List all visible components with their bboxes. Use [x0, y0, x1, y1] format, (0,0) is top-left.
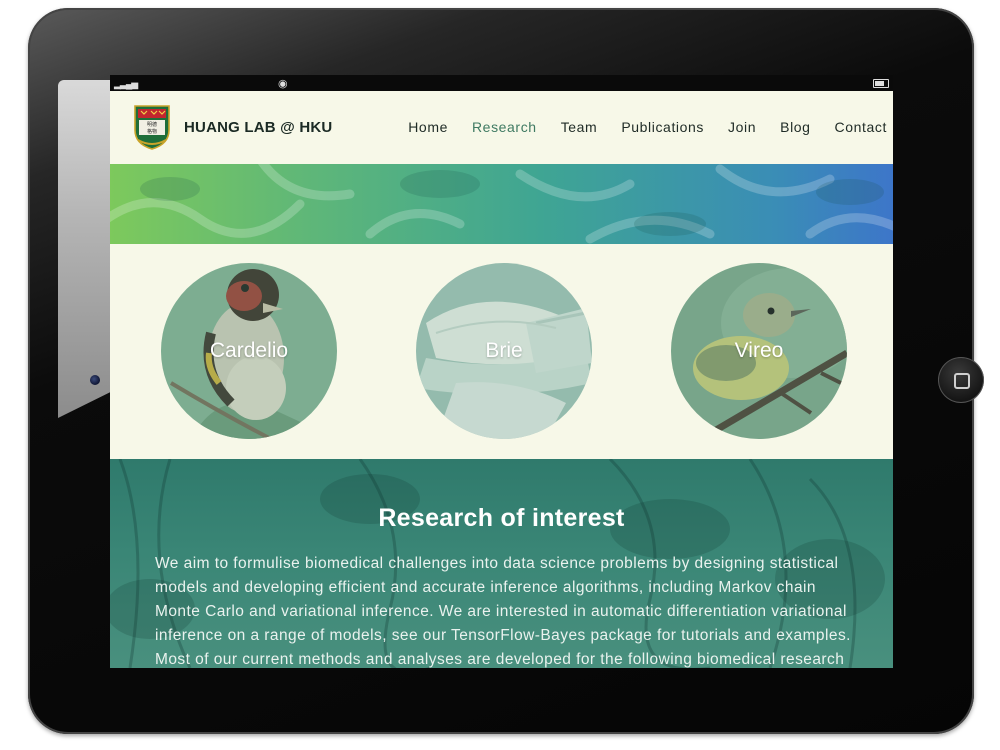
projects-section: Cardelio Brie Vireo [110, 244, 893, 459]
project-cardelio[interactable]: Cardelio [161, 263, 337, 439]
navbar: 明德 格物 HUANG LAB @ HKU Home Research Team… [110, 91, 893, 164]
nav-link-home[interactable]: Home [408, 119, 448, 135]
wifi-icon: ◉ [278, 78, 288, 90]
project-brie[interactable]: Brie [416, 263, 592, 439]
project-vireo[interactable]: Vireo [671, 263, 847, 439]
screen: ▂▃▄▅ ◉ 明德 格物 HUANG LAB @ HKU Home Resear… [110, 75, 893, 668]
nav-link-contact[interactable]: Contact [835, 119, 887, 135]
nav-link-team[interactable]: Team [561, 119, 598, 135]
research-description: We aim to formulise biomedical challenge… [155, 555, 851, 668]
nav-link-research[interactable]: Research [472, 119, 537, 135]
battery-icon [873, 79, 889, 88]
research-section: Research of interest We aim to formulise… [110, 459, 893, 668]
front-camera [90, 375, 100, 385]
nav-link-join[interactable]: Join [728, 119, 756, 135]
nav-links: Home Research Team Publications Join Blo… [408, 119, 887, 135]
project-label-vireo: Vireo [734, 339, 784, 362]
svg-text:格物: 格物 [147, 128, 157, 135]
home-button[interactable] [938, 357, 984, 403]
hku-crest-logo[interactable]: 明德 格物 [132, 104, 172, 150]
status-bar: ▂▃▄▅ ◉ [110, 75, 893, 91]
nav-link-publications[interactable]: Publications [621, 119, 704, 135]
project-label-brie: Brie [485, 339, 523, 362]
signal-icon: ▂▃▄▅ [114, 79, 138, 89]
project-label-cardelio: Cardelio [209, 339, 289, 362]
svg-text:明德: 明德 [147, 121, 157, 128]
hero-banner-image [110, 164, 893, 244]
nav-link-blog[interactable]: Blog [780, 119, 810, 135]
research-title: Research of interest [378, 504, 625, 532]
brand-title[interactable]: HUANG LAB @ HKU [184, 119, 332, 136]
